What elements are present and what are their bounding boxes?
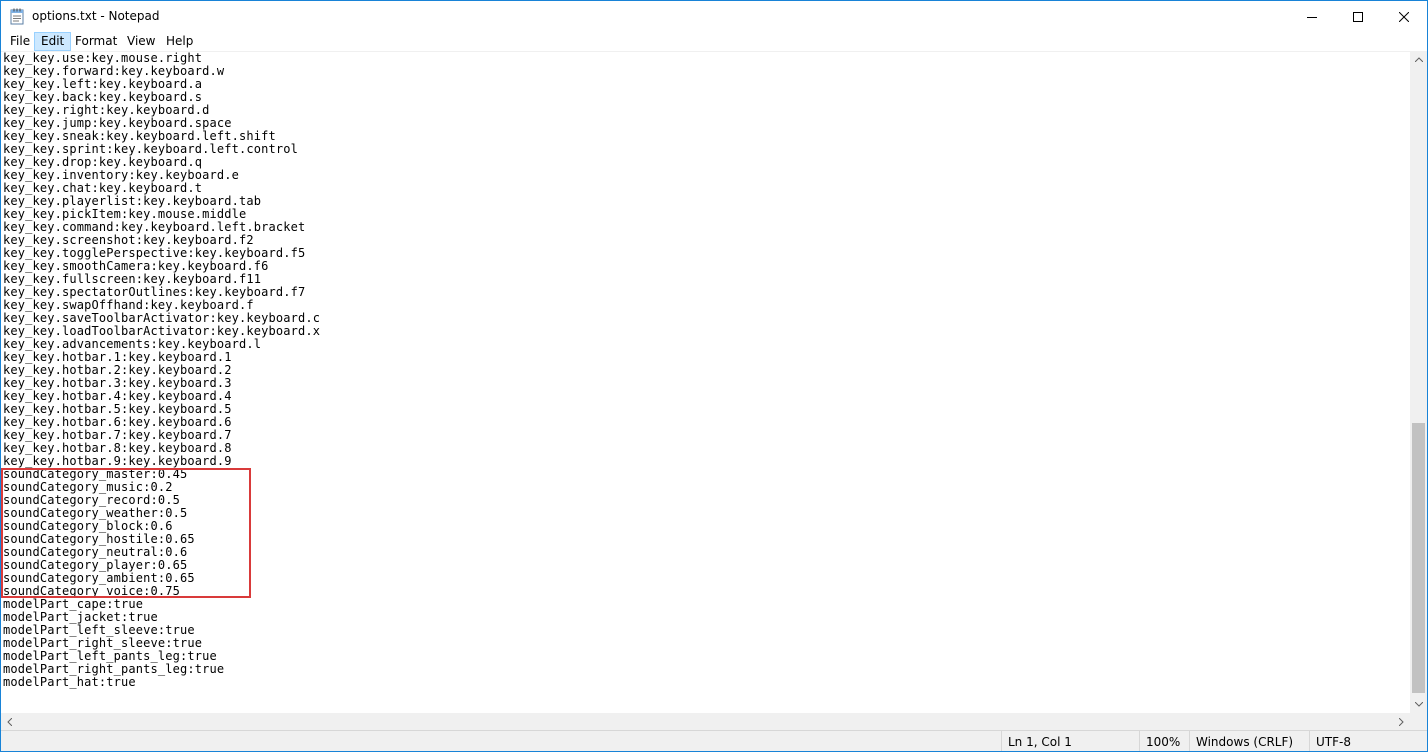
scroll-up-icon[interactable] [1410,51,1427,68]
title-bar[interactable]: options.txt - Notepad [1,1,1427,32]
status-position: Ln 1, Col 1 [1001,731,1139,751]
text-editor[interactable]: key_key.use:key.mouse.right key_key.forwa… [1,51,1410,714]
scrollbar-corner [1410,713,1427,730]
scroll-down-icon[interactable] [1410,696,1427,713]
horizontal-scrollbar[interactable] [1,713,1410,730]
status-bar: Ln 1, Col 1 100% Windows (CRLF) UTF-8 [1,730,1427,751]
menu-edit[interactable]: Edit [34,32,72,51]
menu-help[interactable]: Help [160,32,199,51]
vertical-scrollbar[interactable] [1410,51,1427,713]
status-zoom: 100% [1139,731,1189,751]
minimize-button[interactable] [1289,1,1335,32]
minimize-icon [1307,16,1317,18]
menu-view[interactable]: View [121,32,161,51]
notepad-window: options.txt - Notepad File Edit Format V… [0,0,1428,752]
menu-format[interactable]: Format [69,32,123,51]
sound-settings-highlight [1,468,251,598]
status-encoding: UTF-8 [1309,731,1427,751]
status-line-ending: Windows (CRLF) [1189,731,1309,751]
notepad-icon [10,8,24,25]
close-button[interactable] [1381,1,1427,32]
window-title: options.txt - Notepad [32,9,160,23]
text-line: modelPart_hat:true [3,675,136,689]
maximize-button[interactable] [1335,1,1381,32]
close-icon [1399,11,1409,22]
scroll-left-icon[interactable] [1,713,18,730]
menu-bar: File Edit Format View Help [1,32,1427,51]
menu-file[interactable]: File [4,32,36,51]
scroll-right-icon[interactable] [1393,713,1410,730]
vertical-scroll-thumb[interactable] [1412,423,1425,693]
maximize-icon [1353,11,1363,22]
